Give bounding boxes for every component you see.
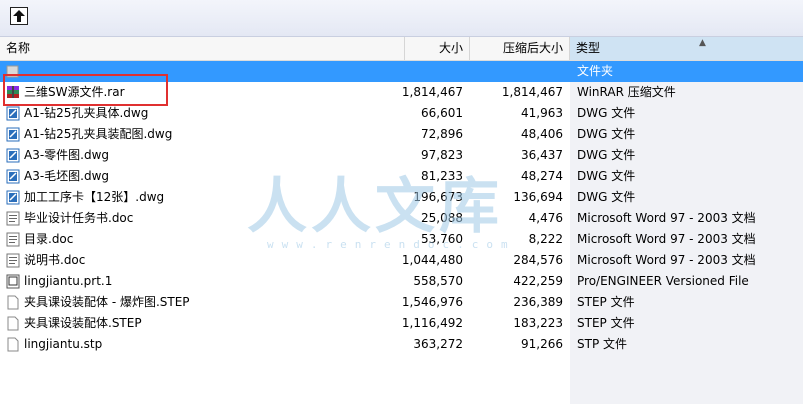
file-type: DWG 文件: [577, 148, 636, 162]
up-arrow-icon: [13, 10, 25, 22]
file-list: 文件夹三维SW源文件.rar 1,814,467 1,814,467 WinRAR 压…: [0, 61, 803, 355]
file-packed-size: 36,437: [521, 148, 563, 162]
file-type: Microsoft Word 97 - 2003 文档: [577, 211, 756, 225]
file-row[interactable]: A3-零件图.dwg 97,823 36,437 DWG 文件: [0, 145, 803, 166]
file-row[interactable]: 三维SW源文件.rar 1,814,467 1,814,467 WinRAR 压缩文件: [0, 82, 803, 103]
file-row[interactable]: 夹具课设装配体 - 爆炸图.STEP 1,546,976 236,389 STEP 文…: [0, 292, 803, 313]
file-row[interactable]: 夹具课设装配体.STEP 1,116,492 183,223 STEP 文件: [0, 313, 803, 334]
file-name: 加工工序卡【12张】.dwg: [24, 190, 165, 204]
file-packed-size: 136,694: [513, 190, 563, 204]
sort-ascending-icon: ▲: [699, 38, 706, 48]
file-packed-size: 422,259: [513, 274, 563, 288]
file-name: A1-钻25孔夹具装配图.dwg: [24, 127, 173, 141]
file-size: 363,272: [413, 337, 463, 351]
file-size: 97,823: [421, 148, 463, 162]
file-type: DWG 文件: [577, 169, 636, 183]
file-name: 说明书.doc: [24, 253, 86, 267]
file-name: 三维SW源文件.rar: [24, 85, 125, 99]
file-size: 196,673: [413, 190, 463, 204]
column-header: 名称 大小 压缩后大小 类型: [0, 37, 803, 61]
up-folder-button[interactable]: [10, 7, 28, 25]
word-doc-icon: [6, 232, 20, 247]
file-row[interactable]: 说明书.doc 1,044,480 284,576 Microsoft Word 97…: [0, 250, 803, 271]
blank-file-icon: [6, 337, 20, 352]
file-name: A1-钻25孔夹具体.dwg: [24, 106, 149, 120]
file-type: Microsoft Word 97 - 2003 文档: [577, 232, 756, 246]
file-name: 夹具课设装配体.STEP: [24, 316, 142, 330]
file-row[interactable]: 目录.doc 53,760 8,222 Microsoft Word 97 - 200…: [0, 229, 803, 250]
file-name: 夹具课设装配体 - 爆炸图.STEP: [24, 295, 190, 309]
file-size: 1,814,467: [401, 85, 463, 99]
file-size: 25,088: [421, 211, 463, 225]
file-type: 文件夹: [577, 64, 614, 78]
file-type: STEP 文件: [577, 316, 635, 330]
blank-file-icon: [6, 316, 20, 331]
file-packed-size: 48,406: [521, 127, 563, 141]
dwg-file-icon: [6, 106, 20, 121]
file-packed-size: 183,223: [513, 316, 563, 330]
file-type: STEP 文件: [577, 295, 635, 309]
file-packed-size: 48,274: [521, 169, 563, 183]
file-type: DWG 文件: [577, 190, 636, 204]
dwg-file-icon: [6, 148, 20, 163]
file-size: 1,116,492: [401, 316, 463, 330]
file-packed-size: 1,814,467: [501, 85, 563, 99]
parent-folder-row[interactable]: 文件夹: [0, 61, 803, 82]
column-header-size[interactable]: 大小: [405, 37, 470, 60]
file-size: 1,044,480: [401, 253, 463, 267]
column-header-name[interactable]: 名称: [0, 37, 405, 60]
file-type: Pro/ENGINEER Versioned File: [577, 274, 749, 288]
column-header-type[interactable]: 类型: [570, 37, 803, 60]
file-row[interactable]: A1-钻25孔夹具体.dwg 66,601 41,963 DWG 文件: [0, 103, 803, 124]
file-row[interactable]: lingjiantu.stp 363,272 91,266 STP 文件: [0, 334, 803, 355]
file-row[interactable]: lingjiantu.prt.1 558,570 422,259 Pro/ENGINE…: [0, 271, 803, 292]
dwg-file-icon: [6, 127, 20, 142]
file-packed-size: 4,476: [528, 211, 563, 225]
file-packed-size: 41,963: [521, 106, 563, 120]
file-name: 目录.doc: [24, 232, 74, 246]
file-packed-size: 236,389: [513, 295, 563, 309]
file-packed-size: 284,576: [513, 253, 563, 267]
file-name: 毕业设计任务书.doc: [24, 211, 134, 225]
file-packed-size: 91,266: [521, 337, 563, 351]
word-doc-icon: [6, 253, 20, 268]
file-type: DWG 文件: [577, 127, 636, 141]
file-size: 53,760: [421, 232, 463, 246]
file-packed-size: 8,222: [528, 232, 563, 246]
file-type: WinRAR 压缩文件: [577, 85, 676, 99]
dwg-file-icon: [6, 190, 20, 205]
proe-file-icon: [6, 274, 20, 289]
file-type: Microsoft Word 97 - 2003 文档: [577, 253, 756, 267]
winrar-archive-icon: [6, 85, 20, 100]
folder-up-icon: [6, 64, 20, 79]
file-size: 1,546,976: [401, 295, 463, 309]
file-row[interactable]: A1-钻25孔夹具装配图.dwg 72,896 48,406 DWG 文件: [0, 124, 803, 145]
file-row[interactable]: A3-毛坯图.dwg 81,233 48,274 DWG 文件: [0, 166, 803, 187]
file-name: lingjiantu.stp: [24, 337, 103, 351]
column-header-packed-size[interactable]: 压缩后大小: [470, 37, 570, 60]
file-size: 66,601: [421, 106, 463, 120]
file-row[interactable]: 毕业设计任务书.doc 25,088 4,476 Microsoft Word 97 …: [0, 208, 803, 229]
toolbar: [0, 0, 803, 37]
file-size: 81,233: [421, 169, 463, 183]
file-name: A3-零件图.dwg: [24, 148, 110, 162]
file-name: A3-毛坯图.dwg: [24, 169, 110, 183]
file-size: 558,570: [413, 274, 463, 288]
word-doc-icon: [6, 211, 20, 226]
file-type: STP 文件: [577, 337, 627, 351]
dwg-file-icon: [6, 169, 20, 184]
blank-file-icon: [6, 295, 20, 310]
file-size: 72,896: [421, 127, 463, 141]
file-name: lingjiantu.prt.1: [24, 274, 113, 288]
file-type: DWG 文件: [577, 106, 636, 120]
file-row[interactable]: 加工工序卡【12张】.dwg 196,673 136,694 DWG 文件: [0, 187, 803, 208]
